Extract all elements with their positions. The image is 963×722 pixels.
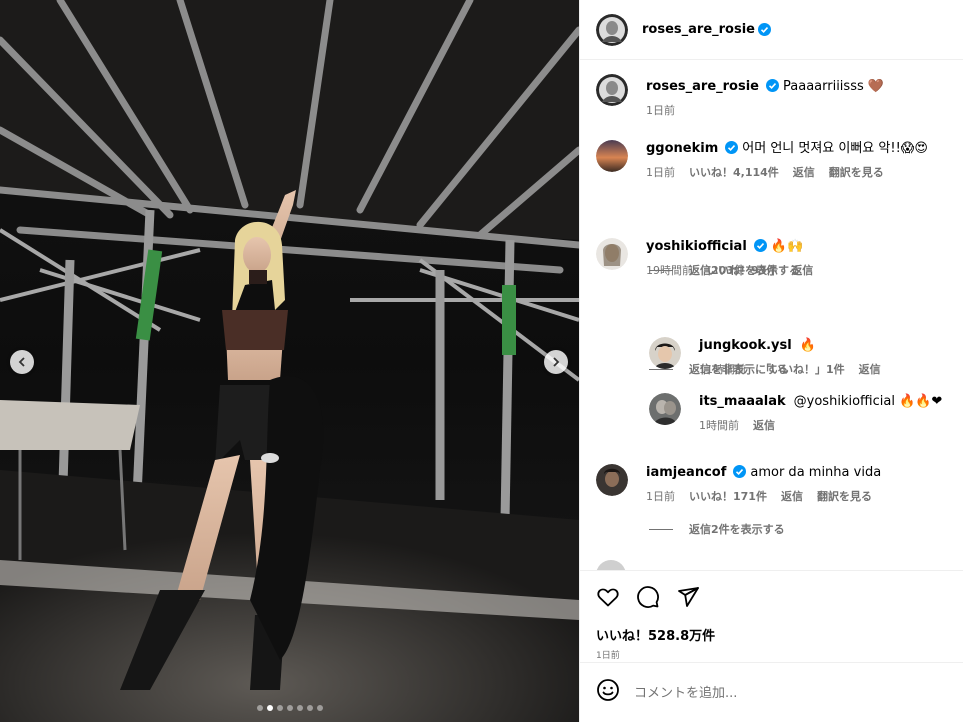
verified-icon	[733, 465, 747, 478]
caption-avatar[interactable]	[596, 74, 628, 106]
chevron-right-icon	[553, 357, 560, 367]
author-username[interactable]: roses_are_rosie	[642, 22, 755, 37]
post-time[interactable]: 1日前	[596, 648, 947, 661]
commenter-avatar[interactable]	[596, 238, 628, 270]
comment-time[interactable]: 19時間前	[646, 262, 693, 278]
comment-likes[interactable]: いいね！171件	[689, 488, 767, 504]
caption: roses_are_rosie Paaaarriiisss 🤎 1日前	[596, 74, 884, 118]
commenter-username[interactable]: ggonekim	[646, 141, 718, 156]
commenter-avatar[interactable]	[649, 337, 681, 369]
comment-text: @yoshikiofficial 🔥🔥❤	[793, 394, 943, 409]
heart-icon[interactable]	[596, 585, 620, 613]
comment: ggonekim 어머 언니 멋져요 이뻐요 악!!😱😍 1日前 いいね！4,11…	[596, 140, 928, 180]
author-avatar[interactable]	[596, 13, 628, 46]
carousel-dot	[266, 705, 273, 711]
caption-text: Paaaarriiisss 🤎	[783, 79, 885, 94]
caption-username[interactable]: roses_are_rosie	[646, 79, 759, 94]
carousel-dot	[316, 705, 323, 711]
comment-time[interactable]: 1日前	[646, 488, 675, 504]
commenter-avatar[interactable]	[596, 560, 626, 570]
commenter-username[interactable]: its_maaalak	[699, 394, 786, 409]
comment-text: 어머 언니 멋져요 이뻐요 악!!😱😍	[742, 141, 928, 156]
comment: yoshikiofficial 🔥🙌 19時間前 いいね！93件 返信	[596, 238, 813, 278]
next-button[interactable]	[544, 350, 568, 374]
comment-likes[interactable]: いいね！4,114件	[689, 164, 779, 180]
comments-list[interactable]: roses_are_rosie Paaaarriiisss 🤎 1日前 ggone…	[580, 60, 963, 570]
post-sidebar: roses_are_rosie roses_are_rosie Paaaarrii…	[579, 0, 963, 722]
comment-time[interactable]: 1時間前	[699, 417, 739, 433]
verified-icon	[766, 79, 779, 92]
chevron-left-icon	[18, 357, 25, 367]
comment-input[interactable]: コメントを追加...	[634, 682, 737, 701]
commenter-avatar[interactable]	[649, 393, 681, 425]
verified-icon	[753, 239, 767, 252]
carousel-dot	[306, 705, 313, 711]
comment-time[interactable]: 1日前	[646, 164, 675, 180]
reply-button[interactable]: 返信	[859, 361, 881, 377]
translate-button[interactable]: 翻訳を見る	[817, 488, 872, 504]
view-replies-button[interactable]: 返信2件を表示する	[649, 521, 785, 537]
comment-time[interactable]: 11時間前	[699, 361, 746, 377]
comment-likes[interactable]: 「いいね！」1件	[760, 361, 845, 377]
comment: iamjeancof amor da minha vida 1日前 いいね！171…	[596, 464, 881, 504]
verified-icon	[758, 23, 771, 36]
reply: its_maaalak @yoshikiofficial 🔥🔥❤ 1時間前 返信	[649, 393, 942, 433]
likes-count[interactable]: いいね！528.8万件	[596, 625, 947, 644]
commenter-avatar[interactable]	[596, 140, 628, 172]
photo	[0, 0, 579, 722]
share-icon[interactable]	[676, 585, 700, 613]
comment-likes[interactable]: いいね！93件	[707, 262, 777, 278]
carousel-dot	[276, 705, 283, 711]
reply: jungkook.ysl 🔥 11時間前 「いいね！」1件 返信	[649, 337, 881, 377]
carousel-dot	[296, 705, 303, 711]
previous-button[interactable]	[10, 350, 34, 374]
commenter-avatar[interactable]	[596, 464, 628, 496]
caption-time[interactable]: 1日前	[646, 102, 675, 118]
reply-button[interactable]: 返信	[781, 488, 803, 504]
commenter-username[interactable]: iamjeancof	[646, 465, 726, 480]
comment-text: 🔥	[799, 338, 816, 353]
post-header: roses_are_rosie	[580, 0, 963, 60]
add-comment-bar: コメントを追加...	[580, 662, 963, 720]
post-actions: いいね！528.8万件 1日前	[580, 570, 963, 662]
post-media[interactable]	[0, 0, 579, 722]
translate-button[interactable]: 翻訳を見る	[829, 164, 884, 180]
comment-text: amor da minha vida	[750, 465, 882, 480]
comment-text: 🔥🙌	[770, 239, 804, 254]
carousel-dot	[286, 705, 293, 711]
verified-icon	[725, 141, 739, 154]
reply-button[interactable]: 返信	[753, 417, 775, 433]
carousel-indicator	[0, 705, 579, 711]
reply-button[interactable]: 返信	[791, 262, 813, 278]
reply-button[interactable]: 返信	[793, 164, 815, 180]
carousel-dot	[256, 705, 263, 711]
commenter-username[interactable]: yoshikiofficial	[646, 239, 747, 254]
post-dialog: roses_are_rosie roses_are_rosie Paaaarrii…	[0, 0, 963, 722]
comment-icon[interactable]	[636, 585, 660, 613]
commenter-username[interactable]: jungkook.ysl	[699, 338, 792, 353]
emoji-icon[interactable]	[596, 678, 620, 706]
